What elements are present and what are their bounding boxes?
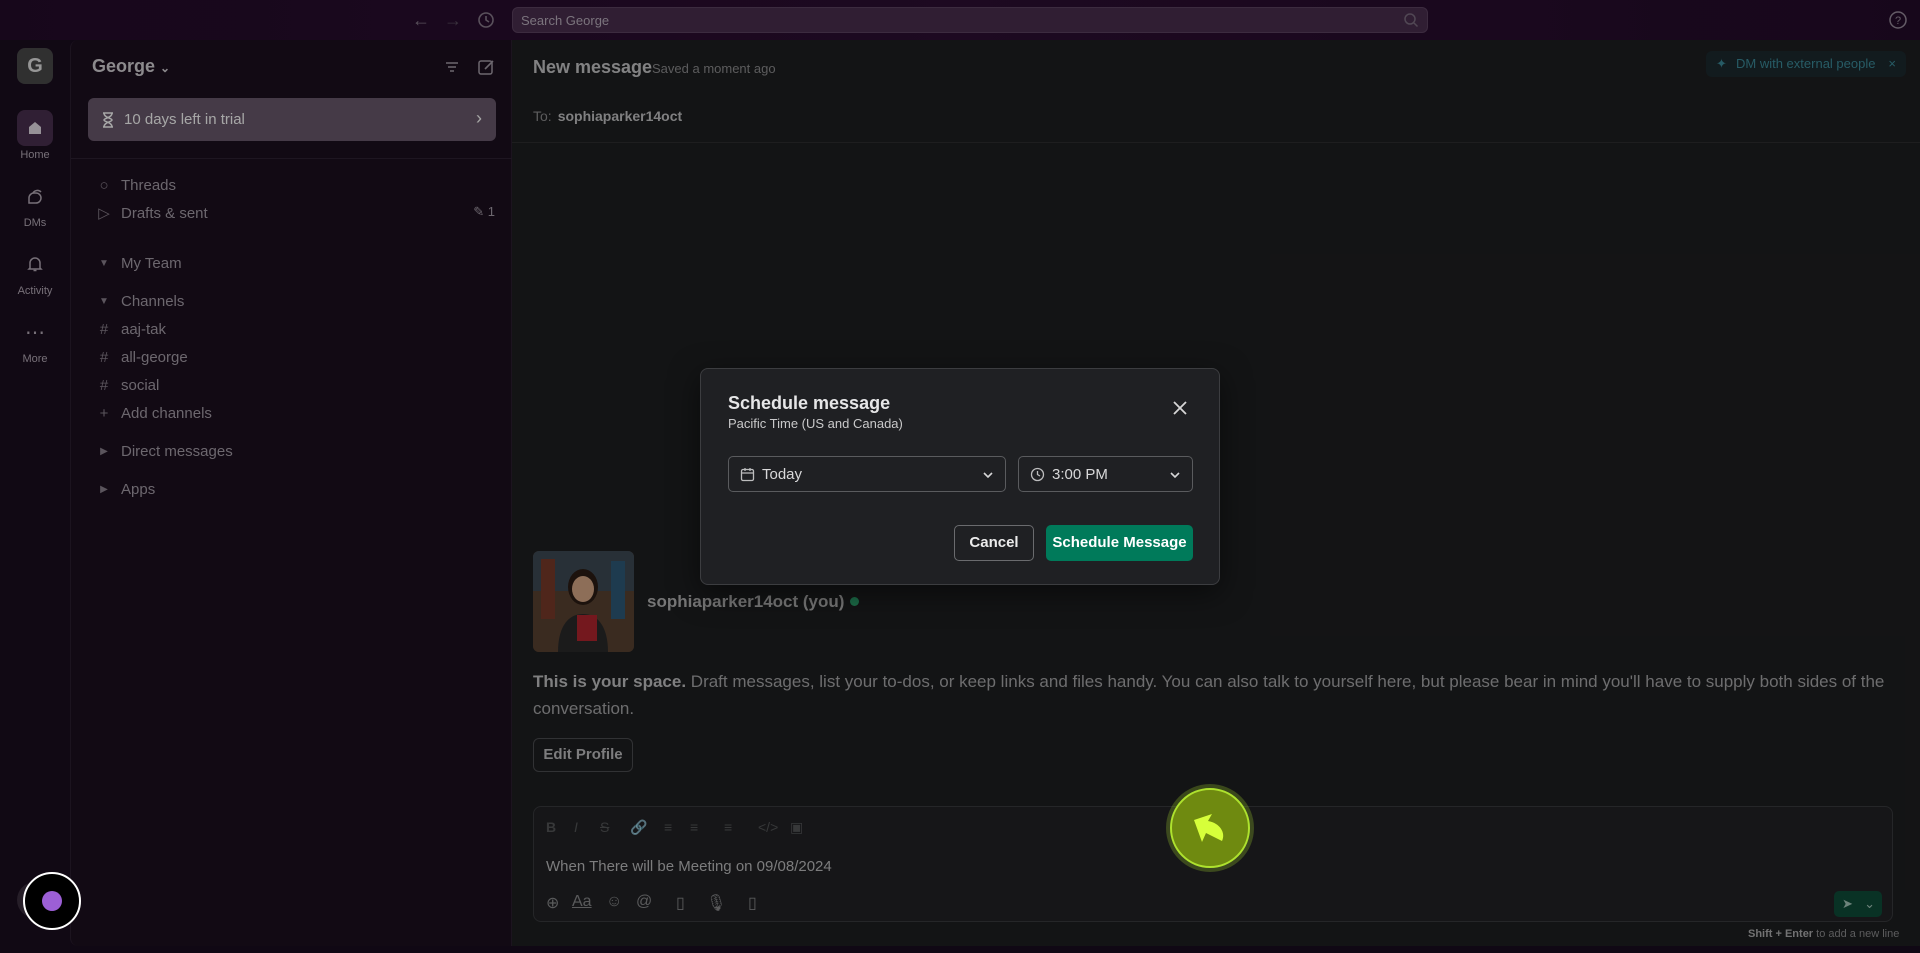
date-value: Today xyxy=(762,466,803,483)
close-icon[interactable] xyxy=(1169,397,1191,419)
dialog-title: Schedule message xyxy=(728,393,891,413)
date-select[interactable]: Today xyxy=(728,456,1006,492)
time-select[interactable]: 3:00 PM xyxy=(1018,456,1193,492)
cursor-arrow-icon xyxy=(1194,814,1224,842)
dialog-subtitle: Pacific Time (US and Canada) xyxy=(728,416,903,431)
schedule-message-dialog: Schedule message Pacific Time (US and Ca… xyxy=(700,368,1220,585)
chevron-down-icon xyxy=(983,472,993,479)
clock-icon xyxy=(1030,467,1045,482)
user-avatar[interactable] xyxy=(23,872,81,930)
calendar-icon xyxy=(740,468,755,482)
time-value: 3:00 PM xyxy=(1052,466,1108,483)
chevron-down-icon xyxy=(1170,472,1180,479)
avatar-status-dot xyxy=(42,891,62,911)
cursor-highlight xyxy=(1170,788,1250,868)
cancel-button[interactable]: Cancel xyxy=(954,525,1034,561)
schedule-message-button[interactable]: Schedule Message xyxy=(1046,525,1193,561)
